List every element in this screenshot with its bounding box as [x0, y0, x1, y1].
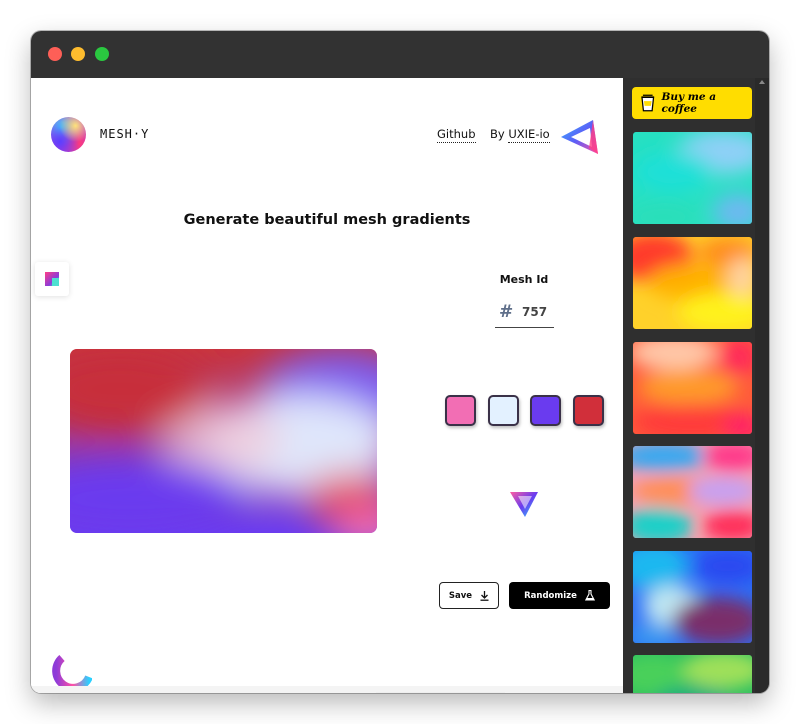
bottom-strip [31, 686, 623, 693]
page-title: Generate beautiful mesh gradients [183, 212, 471, 228]
color-swatch-purple[interactable] [530, 395, 561, 426]
color-swatch-light-blue[interactable] [488, 395, 519, 426]
gallery-thumbnail-blue-maroon[interactable] [633, 551, 752, 643]
save-button-label: Save [448, 590, 473, 601]
randomize-button[interactable]: Randomize [509, 582, 610, 609]
title-bar [31, 31, 769, 78]
orb-logo-icon[interactable] [51, 117, 86, 152]
gallery-thumbnail-green[interactable] [633, 655, 752, 693]
browser-window: MESH·Y Github By UXIE-io Generate beauti… [31, 31, 769, 693]
app-badge-icon [45, 272, 59, 286]
gallery-thumbnail-rainbow[interactable] [633, 446, 752, 538]
mesh-app: MESH·Y Github By UXIE-io Generate beauti… [31, 78, 623, 693]
save-button[interactable]: Save [439, 582, 499, 609]
mesh-id-label: Mesh Id [499, 273, 549, 286]
gallery-thumbnail-orange-yellow[interactable] [633, 237, 752, 329]
triangle-mark-icon [510, 492, 538, 517]
mesh-id-field[interactable]: # [495, 296, 554, 328]
triangle-logo-icon[interactable] [559, 117, 601, 157]
close-window-button[interactable] [48, 47, 62, 61]
author-link-prefix: By [490, 127, 505, 141]
color-swatch-pink[interactable] [445, 395, 476, 426]
randomize-button-label: Randomize [524, 590, 577, 601]
gallery-thumbnail-peach-red[interactable] [633, 342, 752, 434]
side-widget-tab[interactable] [35, 262, 69, 296]
gallery-thumbnail-teal[interactable] [633, 132, 752, 224]
download-icon [480, 590, 489, 601]
minimize-window-button[interactable] [71, 47, 85, 61]
github-link[interactable]: Github [437, 127, 476, 143]
mesh-gradient-preview [70, 349, 377, 533]
github-link-label: Github [437, 127, 476, 143]
color-swatch-red[interactable] [573, 395, 604, 426]
buy-me-a-coffee-button[interactable]: Buy me a coffee [632, 87, 752, 119]
page-content: MESH·Y Github By UXIE-io Generate beauti… [31, 78, 769, 693]
author-link[interactable]: By UXIE-io [490, 127, 550, 143]
footer-block [376, 692, 505, 693]
author-link-label: UXIE-io [508, 127, 550, 143]
zoom-window-button[interactable] [95, 47, 109, 61]
scroll-up-arrow-icon[interactable] [759, 80, 765, 84]
coffee-label: Buy me a coffee [661, 91, 717, 115]
mesh-id-input[interactable] [522, 305, 552, 319]
gradient-gallery: Buy me a coffee [623, 78, 769, 693]
flask-icon [584, 590, 595, 601]
hash-icon: # [499, 302, 514, 322]
gallery-scrollbar[interactable] [755, 78, 769, 693]
coffee-cup-icon [641, 94, 655, 112]
brand-name[interactable]: MESH·Y [100, 127, 149, 141]
